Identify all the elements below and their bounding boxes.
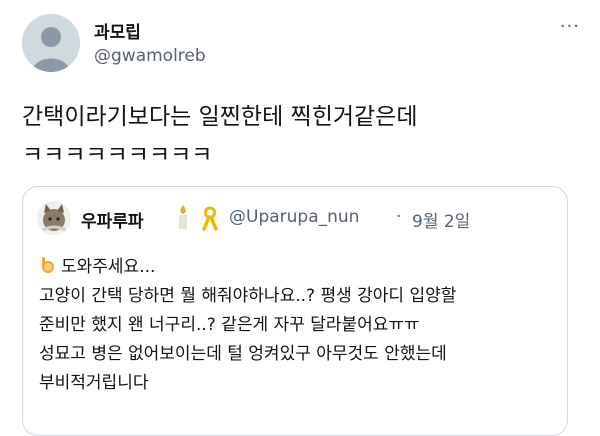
quote-avatar[interactable] — [37, 201, 71, 235]
display-name[interactable]: 과모립 — [94, 18, 141, 43]
quote-user-handle[interactable]: @Uparupa_nun — [229, 207, 359, 227]
quote-line: 도와주세요... — [39, 253, 559, 282]
candle-emoji-icon — [179, 205, 187, 229]
separator-dot: · — [396, 207, 402, 227]
avatar[interactable] — [22, 14, 80, 72]
quote-line: 성묘고 병은 없어보이는데 털 엉켜있구 아무것도 안했는데 — [39, 344, 447, 364]
quoted-tweet[interactable]: 우파루파 @Uparupa_nun · 9월 2일 도와주세요... 고양이 간… — [22, 186, 568, 436]
quote-display-name[interactable]: 우파루파 — [81, 207, 144, 232]
cat-avatar-icon — [37, 201, 71, 235]
raising-hand-emoji-icon — [42, 257, 54, 273]
quote-line: 부비적거립니다 — [39, 373, 149, 393]
quote-date[interactable]: 9월 2일 — [412, 207, 470, 232]
more-options-icon[interactable]: ··· — [560, 16, 580, 37]
quote-line: 고양이 간택 당하면 뭘 해줘야하나요..? 평생 강아디 입양할 — [39, 286, 457, 306]
quote-line-text: 도와주세요... — [61, 257, 156, 277]
quote-text: 도와주세요... 고양이 간택 당하면 뭘 해줘야하나요..? 평생 강아디 입… — [39, 253, 559, 398]
user-handle[interactable]: @gwamolreb — [94, 46, 206, 66]
tweet-text: 간택이라기보다는 일찐한테 찍힌거같은데 ㅋㅋㅋㅋㅋㅋㅋㅋㅋ — [22, 104, 418, 168]
default-avatar-icon — [22, 14, 80, 72]
quote-line: 준비만 했지 왠 너구리..? 같은게 자꾸 달라붙어요ㅠㅠ — [39, 315, 420, 335]
yellow-ribbon-icon — [202, 206, 218, 231]
